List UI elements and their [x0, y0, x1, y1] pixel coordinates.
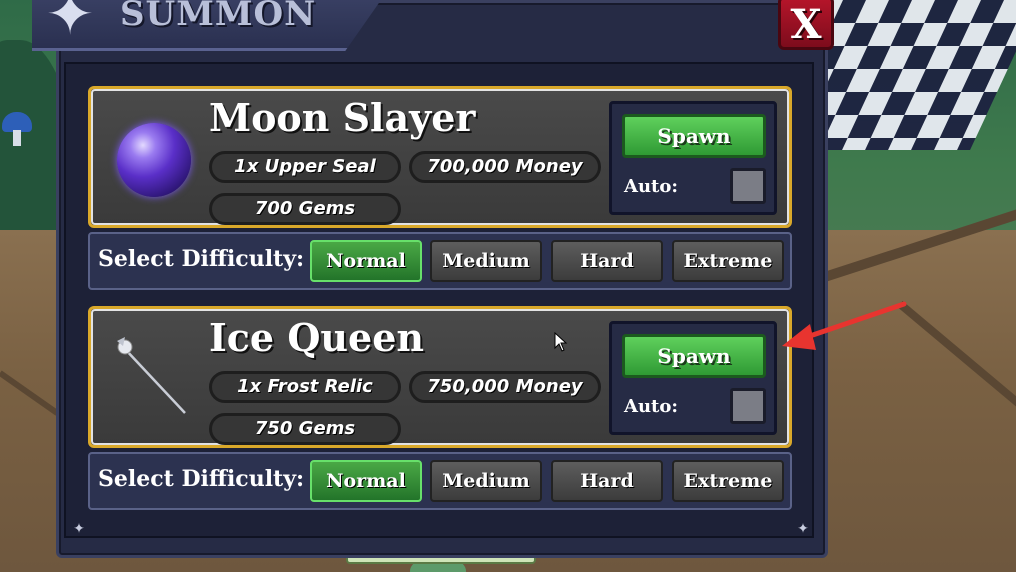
spawn-panel: Spawn Auto: — [609, 321, 777, 435]
cost-gems: 700 Gems — [209, 193, 401, 225]
spawn-button[interactable]: Spawn — [622, 334, 766, 378]
difficulty-medium-button[interactable]: Medium — [430, 460, 542, 502]
boss-card-ice-queen: Ice Queen 1x Frost Relic 750,000 Money 7… — [88, 306, 792, 448]
difficulty-label: Select Difficulty: — [98, 246, 305, 272]
cost-money: 700,000 Money — [409, 151, 601, 183]
window-title: SUMMON — [120, 0, 317, 34]
mushroom-prop — [2, 112, 32, 146]
ice-staff-icon — [117, 337, 186, 414]
difficulty-normal-button[interactable]: Normal — [310, 240, 422, 282]
spawn-button[interactable]: Spawn — [622, 114, 766, 158]
cost-gems: 750 Gems — [209, 413, 401, 445]
cost-item: 1x Frost Relic — [209, 371, 401, 403]
moon-orb-icon — [117, 123, 191, 197]
boss-card-moon-slayer: Moon Slayer 1x Upper Seal 700,000 Money … — [88, 86, 792, 228]
auto-checkbox[interactable] — [730, 168, 766, 204]
cost-money: 750,000 Money — [409, 371, 601, 403]
boss-name: Ice Queen — [209, 315, 425, 360]
spawn-panel: Spawn Auto: — [609, 101, 777, 215]
corner-star-icon: ✦ — [797, 521, 809, 537]
difficulty-normal-button[interactable]: Normal — [310, 460, 422, 502]
difficulty-hard-button[interactable]: Hard — [551, 240, 663, 282]
difficulty-row: Select Difficulty: Normal Medium Hard Ex… — [88, 452, 792, 510]
close-button[interactable]: X — [778, 0, 834, 50]
corner-star-icon: ✦ — [73, 521, 85, 537]
mouse-cursor-icon — [554, 332, 568, 352]
difficulty-hard-button[interactable]: Hard — [551, 460, 663, 502]
difficulty-label: Select Difficulty: — [98, 466, 305, 492]
auto-label: Auto: — [624, 396, 679, 417]
red-arrow-annotation — [782, 301, 907, 350]
difficulty-medium-button[interactable]: Medium — [430, 240, 542, 282]
auto-checkbox[interactable] — [730, 388, 766, 424]
sparkle-icon: ✦ — [45, 0, 95, 48]
boss-name: Moon Slayer — [209, 95, 476, 140]
difficulty-extreme-button[interactable]: Extreme — [672, 240, 784, 282]
cost-item: 1x Upper Seal — [209, 151, 401, 183]
auto-label: Auto: — [624, 176, 679, 197]
difficulty-row: Select Difficulty: Normal Medium Hard Ex… — [88, 232, 792, 290]
difficulty-extreme-button[interactable]: Extreme — [672, 460, 784, 502]
